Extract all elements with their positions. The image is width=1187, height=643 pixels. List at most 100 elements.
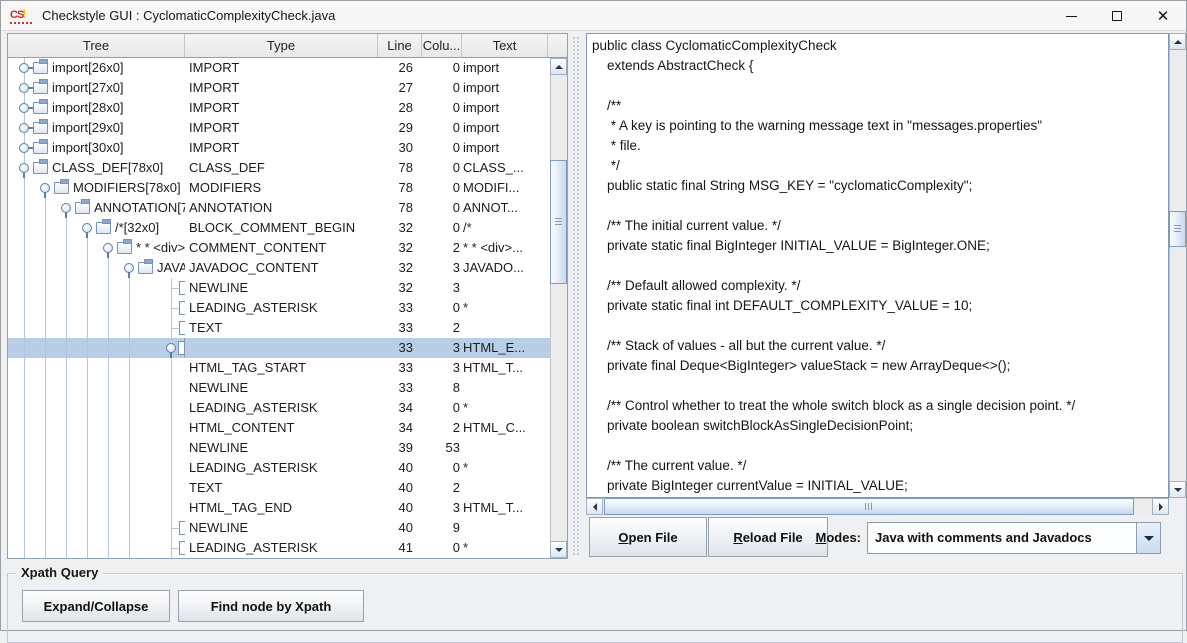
table-row[interactable]: TEXT332	[8, 318, 550, 338]
cell-col: 0	[422, 58, 462, 78]
tree-expand-handle[interactable]	[19, 83, 29, 93]
scroll-up-button[interactable]	[550, 58, 567, 75]
column-header-column[interactable]: Colu...	[422, 34, 462, 57]
tree-guide-line	[87, 538, 88, 558]
tree-guide-line	[66, 458, 67, 478]
code-line	[592, 376, 1168, 396]
table-row[interactable]: import[27x0]IMPORT270import	[8, 78, 550, 98]
leaf-node-icon	[179, 281, 185, 295]
column-header-text[interactable]: Text	[462, 34, 548, 57]
cell-col: 0	[422, 298, 462, 318]
table-row[interactable]: TEXT402	[8, 478, 550, 498]
cell-tree	[8, 438, 185, 458]
table-row[interactable]: /*[32x0]BLOCK_COMMENT_BEGIN320/*	[8, 218, 550, 238]
tree-expand-handle[interactable]	[19, 163, 29, 173]
table-row[interactable]: NEWLINE3953	[8, 438, 550, 458]
combobox-dropdown-arrow-icon[interactable]	[1136, 523, 1160, 553]
tree-guide-line	[45, 378, 46, 398]
tree-expand-handle[interactable]	[61, 203, 71, 213]
open-file-button[interactable]: Open File	[589, 517, 707, 557]
scrollbar-thumb[interactable]	[550, 160, 567, 284]
table-row[interactable]: JAVADOC_CONTENTJAVADOC_CONTENT323JAVADO.…	[8, 258, 550, 278]
tree-guide-line	[129, 478, 130, 498]
code-vertical-scrollbar[interactable]	[1169, 33, 1186, 498]
table-row[interactable]: HTML_ELEMENT333HTML_E...	[8, 338, 550, 358]
table-row[interactable]: NEWLINE338	[8, 378, 550, 398]
tree-guide-line	[129, 298, 130, 318]
cell-text: CLASS_...	[462, 158, 550, 178]
source-code-panel[interactable]: public class CyclomaticComplexityCheck e…	[586, 33, 1169, 498]
cell-col: 53	[422, 438, 462, 458]
cell-tree	[8, 298, 185, 318]
scrollbar-thumb[interactable]	[1169, 211, 1186, 247]
tree-expand-handle[interactable]	[124, 263, 134, 273]
scrollbar-thumb[interactable]	[604, 498, 1134, 515]
cell-type: CLASS_DEF	[185, 158, 378, 178]
table-row[interactable]: NEWLINE409	[8, 518, 550, 538]
table-row[interactable]: import[28x0]IMPORT280import	[8, 98, 550, 118]
table-row[interactable]: * * <div>COMMENT_CONTENT322* * <div>...	[8, 238, 550, 258]
table-row[interactable]: CLASS_DEF[78x0]CLASS_DEF780CLASS_...	[8, 158, 550, 178]
table-row[interactable]: LEADING_ASTERISK410*	[8, 538, 550, 558]
close-button[interactable]: ✕	[1140, 1, 1186, 31]
modes-combobox[interactable]: Java with comments and Javadocs	[867, 522, 1161, 554]
leaf-node-icon	[179, 321, 185, 335]
scroll-down-button[interactable]	[550, 541, 567, 558]
folder-icon	[33, 122, 48, 134]
cell-line: 29	[378, 118, 422, 138]
tree-expand-handle[interactable]	[19, 123, 29, 133]
tree-vertical-scrollbar[interactable]	[550, 58, 567, 558]
code-horizontal-scrollbar[interactable]	[586, 498, 1169, 515]
tree-node-label: /*[32x0]	[115, 218, 159, 238]
table-row[interactable]: import[30x0]IMPORT300import	[8, 138, 550, 158]
cell-line: 27	[378, 78, 422, 98]
cell-type: IMPORT	[185, 118, 378, 138]
tree-node-label: JAVADOC_CONTENT	[157, 258, 185, 278]
cell-col: 9	[422, 518, 462, 538]
column-header-tree[interactable]: Tree	[8, 34, 185, 57]
cell-col: 0	[422, 138, 462, 158]
find-node-by-xpath-button[interactable]: Find node by Xpath	[178, 590, 364, 622]
scroll-down-button[interactable]	[1169, 481, 1186, 498]
table-row[interactable]: HTML_TAG_END403HTML_T...	[8, 498, 550, 518]
code-line: /** Control whether to treat the whole s…	[592, 396, 1168, 416]
table-row[interactable]: import[29x0]IMPORT290import	[8, 118, 550, 138]
cell-type: NEWLINE	[185, 438, 378, 458]
scroll-up-button[interactable]	[1169, 33, 1186, 50]
scroll-right-button[interactable]	[1152, 498, 1169, 515]
minimize-button[interactable]	[1048, 1, 1094, 31]
maximize-button[interactable]	[1094, 1, 1140, 31]
table-row[interactable]: ANNOTATION[78x0]ANNOTATION780ANNOT...	[8, 198, 550, 218]
column-header-line[interactable]: Line	[378, 34, 422, 57]
tree-expand-handle[interactable]	[103, 243, 113, 253]
table-row[interactable]: HTML_TAG_START333HTML_T...	[8, 358, 550, 378]
tree-expand-handle[interactable]	[40, 183, 50, 193]
table-row[interactable]: NEWLINE323	[8, 278, 550, 298]
table-row[interactable]: LEADING_ASTERISK330*	[8, 298, 550, 318]
code-line: public class CyclomaticComplexityCheck	[592, 36, 1168, 56]
tree-expand-handle[interactable]	[166, 343, 176, 353]
tree-guide-line	[45, 518, 46, 538]
column-header-type[interactable]: Type	[185, 34, 378, 57]
cell-tree	[8, 378, 185, 398]
table-row[interactable]: import[26x0]IMPORT260import	[8, 58, 550, 78]
table-row[interactable]: MODIFIERS[78x0]MODIFIERS780MODIFI...	[8, 178, 550, 198]
tree-expand-handle[interactable]	[19, 63, 29, 73]
app-window: CS! Checkstyle GUI : CyclomaticComplexit…	[0, 0, 1187, 631]
tree-expand-handle[interactable]	[19, 143, 29, 153]
tree-expand-handle[interactable]	[82, 223, 92, 233]
scroll-left-button[interactable]	[586, 498, 603, 515]
tree-guide-line	[171, 398, 172, 418]
tree-guide-line	[129, 278, 130, 298]
tree-expand-handle[interactable]	[19, 103, 29, 113]
expand-collapse-button[interactable]: Expand/Collapse	[22, 590, 170, 622]
table-row[interactable]: LEADING_ASTERISK340*	[8, 398, 550, 418]
split-pane-divider[interactable]	[568, 33, 586, 559]
table-row[interactable]: LEADING_ASTERISK400*	[8, 458, 550, 478]
table-body: import[26x0]IMPORT260importimport[27x0]I…	[8, 58, 550, 558]
tree-guide-line	[45, 258, 46, 278]
code-line	[592, 436, 1168, 456]
cell-type: COMMENT_CONTENT	[185, 238, 378, 258]
table-row[interactable]: HTML_CONTENT342HTML_C...	[8, 418, 550, 438]
cell-text: import	[462, 138, 550, 158]
